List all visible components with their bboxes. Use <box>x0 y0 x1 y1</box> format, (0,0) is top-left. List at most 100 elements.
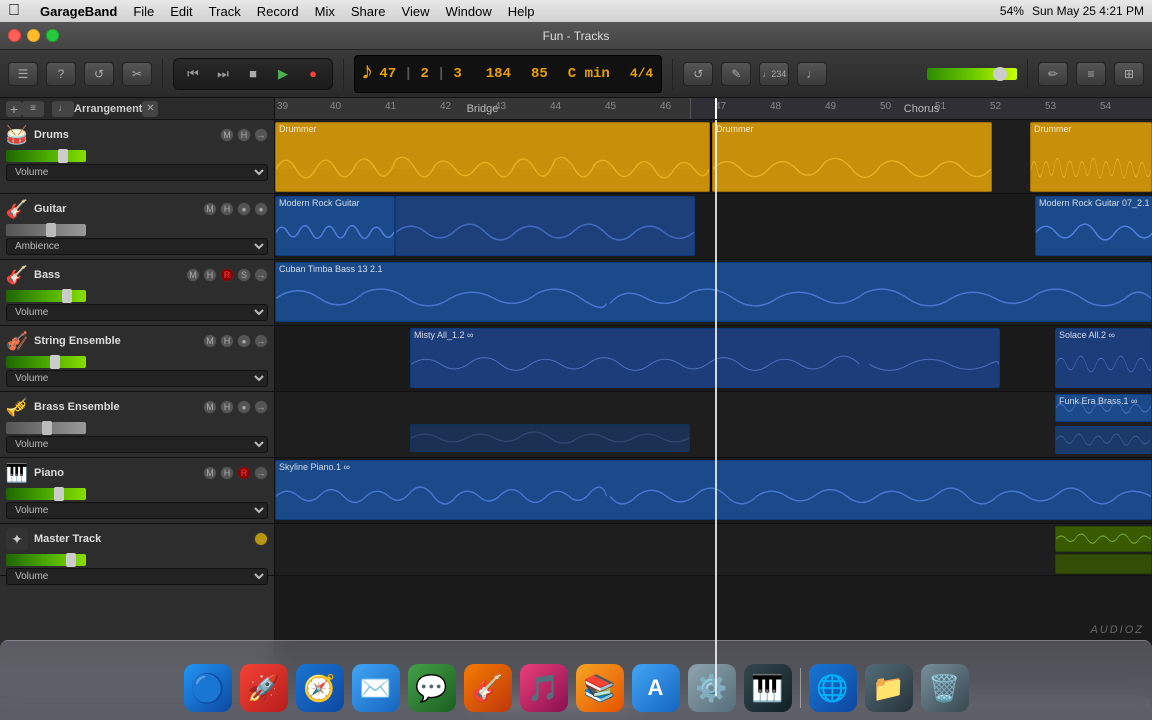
master-clip-1[interactable] <box>1055 526 1152 552</box>
bass-volume-thumb[interactable] <box>62 289 72 303</box>
brass-clip-small[interactable] <box>410 424 690 452</box>
help-button[interactable]: ? <box>46 62 76 86</box>
piano-extra-btn[interactable]: → <box>254 466 268 480</box>
guitar-clip-1[interactable]: Modern Rock Guitar <box>275 196 395 256</box>
record-button[interactable]: ● <box>300 63 326 85</box>
brass-clip-2[interactable] <box>1055 426 1152 454</box>
menu-window[interactable]: Window <box>446 4 492 19</box>
dock-sysprefs[interactable]: ⚙️ <box>688 664 736 712</box>
menu-edit[interactable]: Edit <box>170 4 192 19</box>
piano-volume-thumb[interactable] <box>54 487 64 501</box>
menu-share[interactable]: Share <box>351 4 386 19</box>
drums-extra-btn[interactable]: → <box>254 128 268 142</box>
dock-messages[interactable]: 💬 <box>408 664 456 712</box>
master-plugin-selector[interactable]: Volume <box>6 568 268 585</box>
dock-garageband[interactable]: 🎸 <box>464 664 512 712</box>
browse-button[interactable]: ☰ <box>8 62 38 86</box>
metronome-button[interactable]: ♩ <box>797 62 827 86</box>
drums-clip-4[interactable]: Drummer <box>1030 122 1152 192</box>
drums-mute-btn[interactable]: M <box>220 128 234 142</box>
smart-controls-button[interactable]: ⊞ <box>1114 62 1144 86</box>
brass-extra-btn[interactable]: → <box>254 400 268 414</box>
midi-view-button[interactable]: ♩ <box>52 101 74 117</box>
guitar-plugin-selector[interactable]: Ambience <box>6 238 268 255</box>
drums-clip-3[interactable]: Drummer <box>712 122 992 192</box>
minimize-button[interactable]: – <box>27 29 40 42</box>
strings-headphone-btn[interactable]: H <box>220 334 234 348</box>
menu-garageband[interactable]: GarageBand <box>40 4 117 19</box>
dock-piano[interactable]: 🎹 <box>744 664 792 712</box>
bass-clip-1[interactable]: Cuban Timba Bass 13 2.1 <box>275 262 1152 322</box>
master-volume-knob[interactable] <box>993 67 1007 81</box>
dock-finder[interactable]: 🔵 <box>184 664 232 712</box>
bass-volume-slider[interactable] <box>6 290 86 302</box>
scissors-button[interactable]: ✂ <box>122 62 152 86</box>
drums-volume-thumb[interactable] <box>58 149 68 163</box>
piano-record-btn[interactable]: R <box>237 466 251 480</box>
bass-plugin-selector[interactable]: Volume <box>6 304 268 321</box>
brass-volume-thumb[interactable] <box>42 421 52 435</box>
arrangement-close[interactable]: ✕ <box>142 101 158 117</box>
master-extra-btn[interactable]: → <box>254 532 268 546</box>
pencil-button[interactable]: ✎ <box>721 62 751 86</box>
fast-forward-button[interactable]: ⏭ <box>210 63 236 85</box>
strings-volume-thumb[interactable] <box>50 355 60 369</box>
guitar-headphone-btn[interactable]: H <box>220 202 234 216</box>
play-button[interactable]: ▶ <box>270 63 296 85</box>
dock-trash[interactable]: 🗑️ <box>921 664 969 712</box>
drums-clip-1[interactable]: Drummer <box>275 122 710 192</box>
editor-button[interactable]: ✏ <box>1038 62 1068 86</box>
dock-itunes[interactable]: 🎵 <box>520 664 568 712</box>
mixer-button[interactable]: ≡ <box>1076 62 1106 86</box>
maximize-button[interactable]: + <box>46 29 59 42</box>
dock-network[interactable]: 🌐 <box>809 664 857 712</box>
cycle-button[interactable]: ↺ <box>683 62 713 86</box>
strings-extra-btn[interactable]: → <box>254 334 268 348</box>
tuner-button[interactable]: ♩234 <box>759 62 789 86</box>
piano-plugin-selector[interactable]: Volume <box>6 502 268 519</box>
brass-mute-btn[interactable]: M <box>203 400 217 414</box>
bass-smart-btn[interactable]: S <box>237 268 251 282</box>
drums-plugin-selector[interactable]: Volume <box>6 164 268 181</box>
dock-launchpad[interactable]: 🚀 <box>240 664 288 712</box>
menu-file[interactable]: File <box>133 4 154 19</box>
dock-mail[interactable]: ✉️ <box>352 664 400 712</box>
menu-mix[interactable]: Mix <box>315 4 335 19</box>
apple-menu[interactable]:  <box>8 2 20 20</box>
menu-track[interactable]: Track <box>209 4 241 19</box>
rewind-button[interactable]: ⏮ <box>180 63 206 85</box>
close-button[interactable]: ✕ <box>8 29 21 42</box>
strings-volume-slider[interactable] <box>6 356 86 368</box>
bass-extra-btn[interactable]: → <box>254 268 268 282</box>
menu-view[interactable]: View <box>402 4 430 19</box>
dock-stacks[interactable]: 📁 <box>865 664 913 712</box>
brass-headphone-btn[interactable]: H <box>220 400 234 414</box>
brass-dot-btn[interactable]: ● <box>237 400 251 414</box>
guitar-dot2-btn[interactable]: ● <box>254 202 268 216</box>
bass-headphone-btn[interactable]: H <box>203 268 217 282</box>
stop-button[interactable]: ■ <box>240 63 266 85</box>
menu-help[interactable]: Help <box>508 4 535 19</box>
playhead-marker[interactable] <box>715 98 717 119</box>
track-view-button[interactable]: ≡ <box>22 101 44 117</box>
master-volume-thumb[interactable] <box>66 553 76 567</box>
brass-plugin-selector[interactable]: Volume <box>6 436 268 453</box>
guitar-dot1-btn[interactable]: ● <box>237 202 251 216</box>
piano-clip-1[interactable]: Skyline Piano.1 ∞ <box>275 460 1152 520</box>
piano-mute-btn[interactable]: M <box>203 466 217 480</box>
strings-clip-2[interactable]: Solace All.2 ∞ <box>1055 328 1152 388</box>
guitar-volume-thumb[interactable] <box>46 223 56 237</box>
strings-mute-btn[interactable]: M <box>203 334 217 348</box>
add-track-button[interactable]: + <box>6 101 22 117</box>
piano-headphone-btn[interactable]: H <box>220 466 234 480</box>
drums-volume-slider[interactable] <box>6 150 86 162</box>
guitar-mute-btn[interactable]: M <box>203 202 217 216</box>
guitar-clip-3[interactable]: Modern Rock Guitar 07_2.1 ∞ <box>1035 196 1152 256</box>
master-volume-bar[interactable] <box>927 68 1017 80</box>
master-volume-slider[interactable] <box>6 554 86 566</box>
dock-ibooks[interactable]: 📚 <box>576 664 624 712</box>
master-clip-2[interactable] <box>1055 554 1152 574</box>
dock-safari[interactable]: 🧭 <box>296 664 344 712</box>
bass-record-btn[interactable]: R <box>220 268 234 282</box>
drums-headphone-btn[interactable]: H <box>237 128 251 142</box>
